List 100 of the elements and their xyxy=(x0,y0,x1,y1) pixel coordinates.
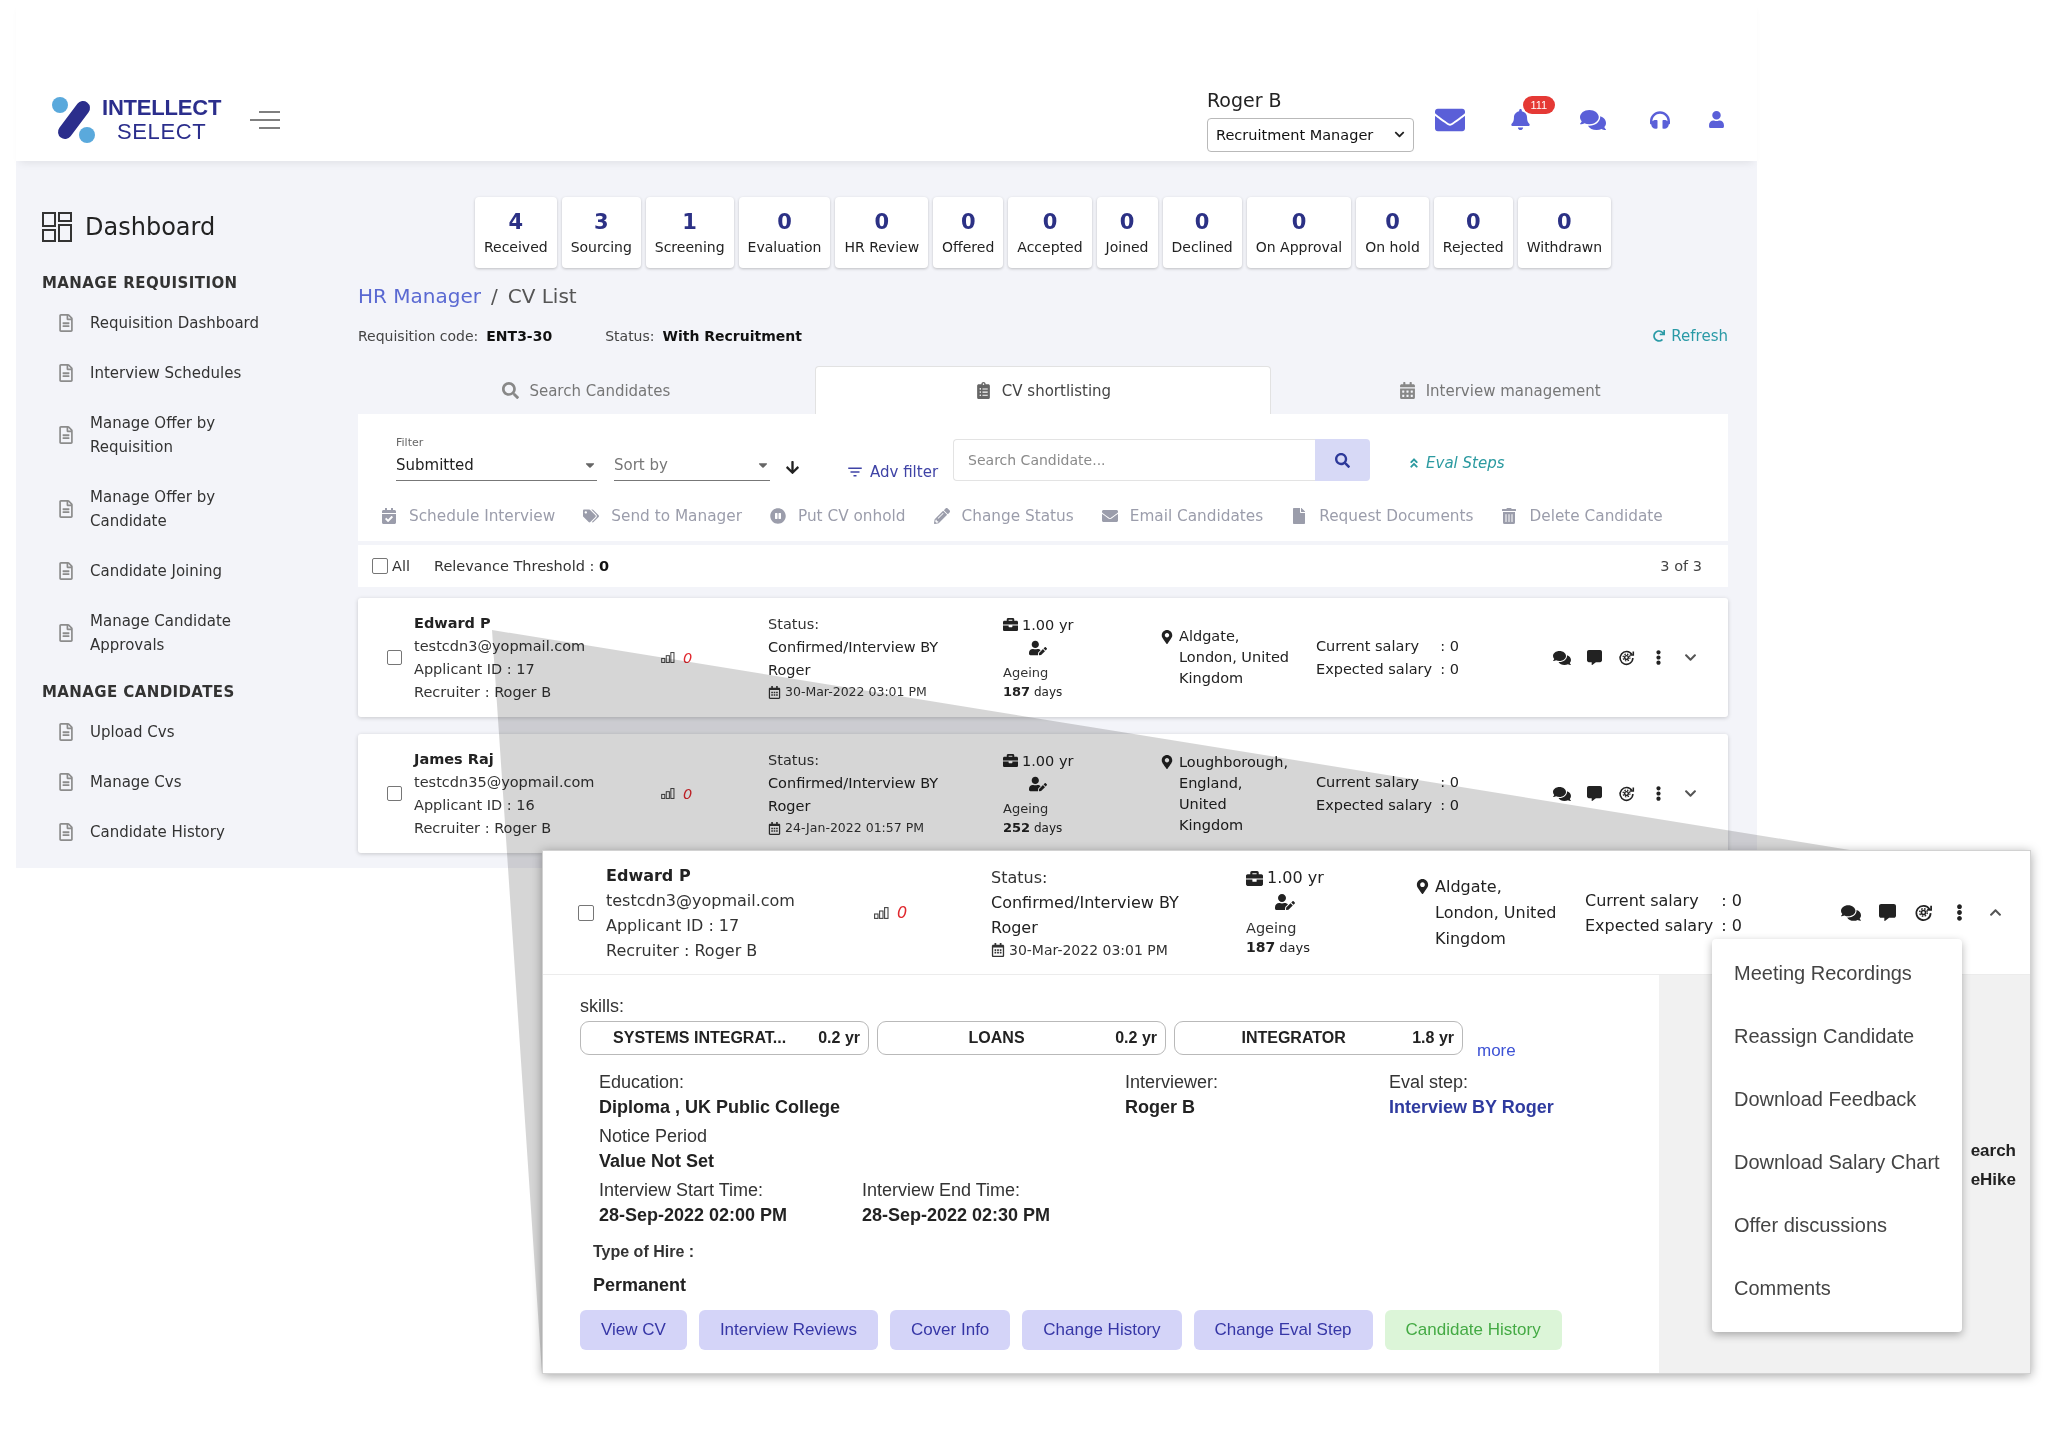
menu-item[interactable]: Comments xyxy=(1712,1257,1962,1320)
stage-card[interactable]: 0 Joined xyxy=(1096,197,1158,268)
tab[interactable]: Search Candidates xyxy=(358,366,815,414)
action-button[interactable]: Cover Info xyxy=(889,1310,1011,1350)
chat-bubbles-icon[interactable] xyxy=(1841,902,1861,923)
action-button[interactable]: View CV xyxy=(580,1310,687,1350)
stage-card[interactable]: 0 On Approval xyxy=(1246,197,1352,268)
gear-cycle-icon[interactable] xyxy=(1617,649,1635,666)
row-checkbox[interactable] xyxy=(387,786,402,801)
message-icon[interactable] xyxy=(1586,786,1602,801)
user-icon[interactable] xyxy=(1707,111,1725,128)
candidate-email: testcdn35@yopmail.com xyxy=(414,772,595,792)
document-icon xyxy=(57,723,75,741)
calendar-icon xyxy=(1398,382,1416,399)
checkbox[interactable] xyxy=(372,558,388,574)
stage-card[interactable]: 0 Declined xyxy=(1162,197,1242,268)
refresh-icon xyxy=(1653,330,1666,342)
ageing-days: 252 days xyxy=(1003,818,1063,837)
row-checkbox[interactable] xyxy=(387,650,402,665)
sort-select[interactable]: Sort by xyxy=(614,435,770,481)
logo-text: INTELLECT xyxy=(102,96,222,120)
experience-text: 1.00 yr xyxy=(1022,615,1074,635)
stage-card[interactable]: 3 Sourcing xyxy=(561,197,641,268)
message-icon[interactable] xyxy=(1586,650,1602,665)
role-select[interactable]: Recruitment Manager xyxy=(1207,117,1414,152)
adv-filter-button[interactable]: Adv filter xyxy=(846,463,939,481)
message-icon[interactable] xyxy=(1878,904,1896,921)
action-button[interactable]: Interview Reviews xyxy=(698,1310,878,1350)
map-pin-icon xyxy=(1415,879,1430,894)
sidebar-item[interactable]: Candidate History xyxy=(42,820,326,844)
stage-card[interactable]: 0 Accepted xyxy=(1008,197,1092,268)
chat-bubbles-icon[interactable] xyxy=(1553,784,1571,803)
tab[interactable]: Interview management xyxy=(1271,366,1728,414)
breadcrumb-link[interactable]: HR Manager xyxy=(358,284,481,308)
field-label: Interview Start Time: xyxy=(599,1179,765,1202)
stage-count: 0 xyxy=(1557,209,1572,235)
ageing-label: Ageing xyxy=(1003,799,1049,818)
search-button[interactable] xyxy=(1315,439,1371,481)
bell-icon[interactable] xyxy=(1510,109,1531,130)
applicant-id: Applicant ID : 17 xyxy=(414,659,535,679)
candidate-name: James Raj xyxy=(414,749,494,769)
stage-count: 0 xyxy=(1042,209,1058,235)
tab[interactable]: CV shortlisting xyxy=(814,366,1272,414)
chevron-down-icon[interactable] xyxy=(1683,787,1697,800)
sidebar-item[interactable]: Manage Candidate Approvals xyxy=(42,609,326,657)
field-label: Education: xyxy=(599,1071,686,1094)
eval-step-link[interactable]: Interview BY Roger xyxy=(1389,1094,1554,1120)
signal-bars-icon xyxy=(661,788,675,799)
sidebar-item[interactable]: Upload Cvs xyxy=(42,720,326,744)
stage-card[interactable]: 0 HR Review xyxy=(835,197,929,268)
file-icon xyxy=(1291,508,1308,524)
requisition-code: ENT3-30 xyxy=(486,327,553,346)
headset-icon[interactable] xyxy=(1650,109,1670,130)
more-link[interactable]: more xyxy=(1477,1041,1516,1061)
panel-text: eHike xyxy=(1970,1169,2016,1191)
stage-card[interactable]: 0 Offered xyxy=(933,197,1004,268)
panel-text: earch xyxy=(1970,1140,2016,1162)
stage-count: 0 xyxy=(1465,209,1481,235)
stage-card[interactable]: 0 On hold xyxy=(1356,197,1429,268)
sidebar-item[interactable]: Candidate Joining xyxy=(42,559,326,583)
status-text: Confirmed/Interview BY Roger xyxy=(768,774,940,816)
menu-item[interactable]: Reassign Candidate xyxy=(1712,1005,1962,1068)
sidebar-item[interactable]: Manage Cvs xyxy=(42,770,326,794)
search-field[interactable]: Search Candidate... xyxy=(953,439,1316,481)
stage-card[interactable]: 1 Screening xyxy=(645,197,734,268)
field-value: 28-Sep-2022 02:00 PM xyxy=(599,1204,789,1227)
menu-item[interactable]: Offer discussions xyxy=(1712,1194,1962,1257)
stage-card[interactable]: 0 Rejected xyxy=(1433,197,1513,268)
chat-bubbles-icon[interactable] xyxy=(1553,648,1571,667)
stage-card[interactable]: 0 Withdrawn xyxy=(1517,197,1612,268)
stage-count: 0 xyxy=(874,209,890,235)
stage-label: Offered xyxy=(942,238,995,256)
clipboard-icon xyxy=(974,382,992,399)
sidebar-item[interactable]: Manage Offer by Requisition xyxy=(42,411,326,459)
menu-item[interactable]: Meeting Recordings xyxy=(1712,942,1962,1005)
ageing-label: Ageing xyxy=(1003,663,1049,682)
document-icon xyxy=(57,562,75,580)
menu-icon[interactable] xyxy=(250,109,281,130)
chevron-down-icon[interactable] xyxy=(1683,651,1697,664)
status-text: Confirmed/Interview BY Roger xyxy=(768,638,940,680)
relevance-score: 0 xyxy=(683,785,693,802)
menu-item[interactable]: Download Salary Chart xyxy=(1712,1131,1962,1194)
action-button[interactable]: Change Eval Step xyxy=(1193,1310,1373,1350)
gear-cycle-icon[interactable] xyxy=(1913,903,1933,922)
sort-arrow-icon[interactable] xyxy=(785,460,800,475)
checkbox-label: All xyxy=(392,558,410,574)
salary-value: : 0 xyxy=(1440,659,1459,679)
row-checkbox[interactable] xyxy=(578,904,594,921)
gear-cycle-icon[interactable] xyxy=(1617,785,1635,802)
sidebar-item[interactable]: Interview Schedules xyxy=(42,361,326,385)
menu-item[interactable]: Download Feedback xyxy=(1712,1068,1962,1131)
stage-card[interactable]: 4 Received xyxy=(474,197,557,268)
chevron-up-icon[interactable] xyxy=(1988,906,2002,919)
status-date: 24-Jan-2022 01:57 PM xyxy=(785,819,924,837)
stage-card[interactable]: 0 Evaluation xyxy=(738,197,831,268)
sidebar-item[interactable]: Manage Offer by Candidate xyxy=(42,485,326,533)
sidebar-item[interactable]: Requisition Dashboard xyxy=(42,311,326,335)
action-button[interactable]: Change History xyxy=(1022,1310,1182,1350)
filter-select[interactable]: Filter Submitted xyxy=(396,435,597,481)
briefcase-icon xyxy=(1246,869,1263,887)
